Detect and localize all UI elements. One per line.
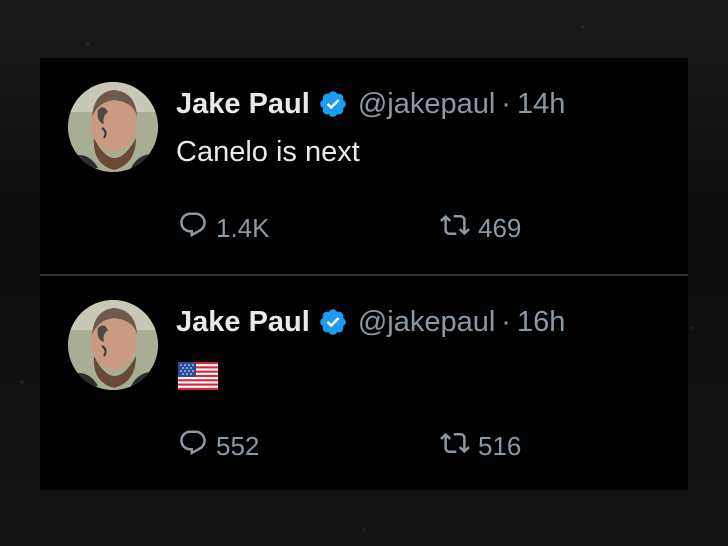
retweet-count: 516 bbox=[478, 431, 522, 461]
tweet-1[interactable]: Jake Paul @jakepaul · 14h Canelo is next… bbox=[40, 58, 688, 274]
reply-button[interactable]: 552 bbox=[178, 428, 259, 465]
timestamp[interactable]: 16h bbox=[517, 306, 565, 339]
reply-count: 1.4K bbox=[216, 213, 270, 243]
tweet-text: Canelo is next bbox=[176, 136, 360, 168]
author-handle[interactable]: @jakepaul bbox=[358, 88, 495, 121]
tweet-header: Jake Paul @jakepaul · 14h bbox=[176, 86, 565, 122]
timestamp[interactable]: 14h bbox=[517, 88, 565, 121]
retweet-count: 469 bbox=[478, 213, 522, 243]
tweet-2[interactable]: Jake Paul @jakepaul · 16h 552 516 bbox=[40, 276, 688, 492]
reply-icon bbox=[178, 428, 216, 465]
retweet-button[interactable]: 516 bbox=[440, 428, 521, 465]
separator: · bbox=[501, 305, 511, 338]
reply-button[interactable]: 1.4K bbox=[178, 210, 270, 247]
retweet-icon bbox=[440, 428, 478, 465]
author-name[interactable]: Jake Paul bbox=[176, 88, 310, 121]
separator: · bbox=[501, 87, 511, 120]
reply-count: 552 bbox=[216, 431, 260, 461]
author-handle[interactable]: @jakepaul bbox=[358, 306, 495, 339]
verified-badge-icon bbox=[318, 89, 348, 119]
reply-icon bbox=[178, 210, 216, 247]
verified-badge-icon bbox=[318, 307, 348, 337]
avatar[interactable] bbox=[68, 300, 158, 390]
tweet-header: Jake Paul @jakepaul · 16h bbox=[176, 304, 565, 340]
tweet-screenshot-card: Jake Paul @jakepaul · 14h Canelo is next… bbox=[40, 58, 688, 490]
retweet-button[interactable]: 469 bbox=[440, 210, 521, 247]
author-name[interactable]: Jake Paul bbox=[176, 306, 310, 339]
us-flag-icon bbox=[178, 362, 218, 390]
avatar[interactable] bbox=[68, 82, 158, 172]
retweet-icon bbox=[440, 210, 478, 247]
